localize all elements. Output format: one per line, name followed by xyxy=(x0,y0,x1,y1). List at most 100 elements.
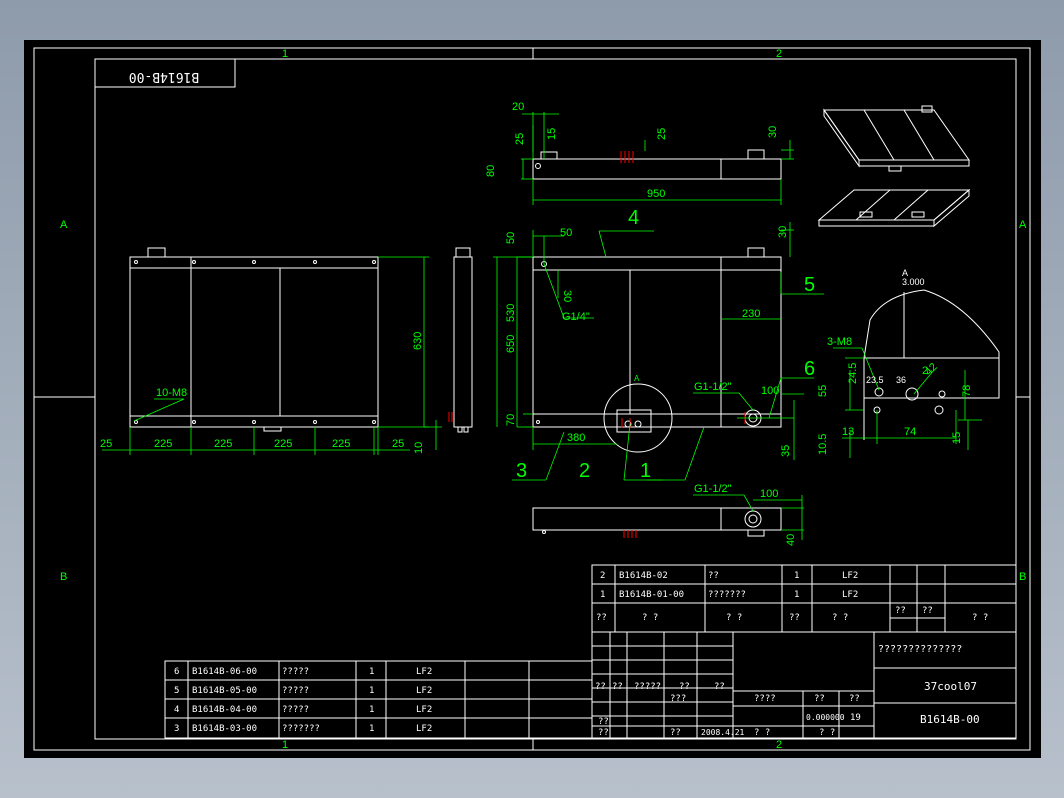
dim-front-right-35: 35 xyxy=(780,445,792,457)
part-right-qty-0: 1 xyxy=(794,571,799,581)
zone-label-top-1: 1 xyxy=(282,48,288,60)
zone-label-right-b: B xyxy=(1019,571,1026,583)
tb-cell-9: ???? xyxy=(754,694,776,704)
part-left-qty-0: 1 xyxy=(369,667,374,677)
label-port-small: G1/4" xyxy=(562,311,590,323)
tb-sheets: 19 xyxy=(850,713,861,723)
dim-front-right-50v: 50 xyxy=(505,232,517,244)
dim-side-80: 80 xyxy=(485,165,497,177)
tb-date: 2008.4.21 xyxy=(701,728,745,737)
dim-front-right-30a: 30 xyxy=(561,290,573,302)
detail-13: 13 xyxy=(842,426,854,438)
tb-cell-7: ?? xyxy=(598,728,609,738)
detail-78: 78 xyxy=(961,385,973,397)
zone-label-left-a: A xyxy=(60,219,68,231)
tb-cell-5: ??? xyxy=(670,694,686,704)
dim-side-950: 950 xyxy=(647,188,665,200)
part-right-no-1: 1 xyxy=(600,590,605,600)
front-view-left-dims xyxy=(102,256,442,455)
part-left-name-0: ????? xyxy=(282,667,309,677)
dim-front-left-2: 225 xyxy=(214,438,232,450)
callout-6: 6 xyxy=(804,358,815,380)
zone-label-bottom-2: 2 xyxy=(776,739,782,751)
detail-2: 2 xyxy=(922,365,928,377)
cad-drawing-canvas: 1 2 1 2 A B A B B1614B-00 20 15 25 25 30… xyxy=(33,47,1031,751)
dim-front-left-630: 630 xyxy=(412,332,424,350)
detail-10-5: 10.5 xyxy=(817,434,829,455)
tb-project: 37cool07 xyxy=(924,680,977,693)
inverted-number-box: B1614B-00 xyxy=(94,58,236,88)
zone-label-bottom-1: 1 xyxy=(282,739,288,751)
part-left-mat-3: LF2 xyxy=(416,724,432,734)
part-left-name-3: ??????? xyxy=(282,724,320,734)
label-front-holes: 10-M8 xyxy=(156,387,187,399)
part-left-code-1: B1614B-05-00 xyxy=(192,686,257,696)
label-bottom-port: G1-1/2" xyxy=(694,483,732,495)
detail-74: 74 xyxy=(904,426,916,438)
part-right-no-0: 2 xyxy=(600,571,605,581)
bottom-view xyxy=(532,507,782,537)
side-view xyxy=(532,149,782,180)
part-right-name-1: ??????? xyxy=(708,590,746,600)
dim-side-25a: 25 xyxy=(514,133,526,145)
part-left-qty-2: 1 xyxy=(369,705,374,715)
dim-front-right-650: 650 xyxy=(505,335,517,353)
part-left-qty-1: 1 xyxy=(369,686,374,696)
detail-scale: 3.000 xyxy=(902,277,925,287)
detail-55: 55 xyxy=(817,385,829,397)
detail-15: 15 xyxy=(951,432,963,444)
dim-front-left-1: 225 xyxy=(154,438,172,450)
tb-cell-12: ? ? xyxy=(754,728,770,738)
dim-bottom-100: 100 xyxy=(760,488,778,500)
bottom-view-hatch xyxy=(623,530,637,538)
part-left-code-3: B1614B-03-00 xyxy=(192,724,257,734)
detail-36: 36 xyxy=(896,375,906,385)
tb-cell-13: ? ? xyxy=(819,728,835,738)
tb-number: B1614B-00 xyxy=(920,713,980,726)
part-left-no-1: 5 xyxy=(174,686,179,696)
front-view-right xyxy=(532,247,782,453)
zone-label-left-b: B xyxy=(60,571,67,583)
part-left-no-3: 3 xyxy=(174,724,179,734)
tb-cell-1: ?? xyxy=(612,682,623,692)
part-left-name-2: ????? xyxy=(282,705,309,715)
part-left-mat-2: LF2 xyxy=(416,705,432,715)
dim-front-right-70: 70 xyxy=(505,414,517,426)
part-right-name-0: ?? xyxy=(708,571,719,581)
dim-side-15: 15 xyxy=(546,128,558,140)
part-right-code-0: B1614B-02 xyxy=(619,571,668,581)
dim-bottom-40: 40 xyxy=(785,534,797,546)
tb-cell-10: ?? xyxy=(814,694,825,704)
dim-front-right-530: 530 xyxy=(505,304,517,322)
callout-3: 3 xyxy=(516,460,527,482)
dim-front-right-30b: 30 xyxy=(777,226,789,238)
tb-cell-3: ?? xyxy=(679,682,690,692)
part-left-name-1: ????? xyxy=(282,686,309,696)
tb-drawing-name: ?????????????? xyxy=(878,644,962,655)
dim-front-left-3: 225 xyxy=(274,438,292,450)
front-view-left-hatch xyxy=(448,412,453,422)
parts-header-4: ? ? xyxy=(832,613,848,623)
part-right-mat-1: LF2 xyxy=(842,590,858,600)
detail-24-5: 24.5 xyxy=(847,363,859,384)
parts-header-7: ? ? xyxy=(972,613,988,623)
dim-front-left-10: 10 xyxy=(413,442,425,454)
dim-front-left-0: 25 xyxy=(100,438,112,450)
detail-23-5: 23.5 xyxy=(866,375,884,385)
part-left-qty-3: 1 xyxy=(369,724,374,734)
drawing-sheet: 1 2 1 2 A B A B B1614B-00 20 15 25 25 30… xyxy=(24,40,1041,758)
isometric-view-top xyxy=(823,105,970,172)
parts-header-6: ?? xyxy=(922,606,933,616)
detail-holes: 3-M8 xyxy=(827,336,852,348)
dim-side-30: 30 xyxy=(767,126,779,138)
part-left-mat-0: LF2 xyxy=(416,667,432,677)
part-left-no-2: 4 xyxy=(174,705,179,715)
front-view-right-dims xyxy=(493,222,824,481)
part-right-mat-0: LF2 xyxy=(842,571,858,581)
part-left-mat-1: LF2 xyxy=(416,686,432,696)
dim-side-25b: 25 xyxy=(656,128,668,140)
part-left-code-2: B1614B-04-00 xyxy=(192,705,257,715)
callout-4: 4 xyxy=(628,207,639,229)
parts-header-1: ? ? xyxy=(642,613,658,623)
section-mark-a: A xyxy=(634,374,640,383)
